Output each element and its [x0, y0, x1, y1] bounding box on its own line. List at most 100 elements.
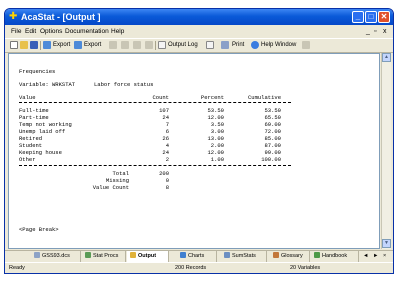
- export-alt-button[interactable]: Export: [84, 39, 101, 52]
- print-icon[interactable]: [221, 41, 229, 49]
- summary-value: 200: [159, 170, 169, 177]
- export-alt-icon[interactable]: [74, 41, 82, 49]
- row-cumulative: 99.00: [264, 149, 281, 156]
- output-log-button[interactable]: Output Log: [168, 39, 198, 52]
- summary-value: 0: [165, 177, 169, 184]
- row-cumulative: 72.00: [264, 128, 281, 135]
- tab-scroll-left-icon[interactable]: ◄: [363, 251, 368, 262]
- rows-rule: [19, 165, 291, 166]
- charts-icon: [180, 252, 186, 258]
- row-percent: 3.50: [210, 121, 224, 128]
- variable-label: Variable: WRKSTAT: [19, 81, 76, 88]
- tab-data-file[interactable]: GSS93.dcs: [31, 251, 81, 262]
- row-percent: 12.00: [207, 114, 224, 121]
- row-count: 24: [162, 149, 169, 156]
- row-cumulative: 87.00: [264, 142, 281, 149]
- row-percent: 3.00: [210, 128, 224, 135]
- summary-label: Total: [112, 170, 129, 177]
- output-icon: [130, 252, 136, 258]
- export-icon[interactable]: [43, 41, 51, 49]
- row-cumulative: 65.50: [264, 114, 281, 121]
- tab-output[interactable]: Output: [127, 251, 169, 262]
- row-cumulative: 53.50: [264, 107, 281, 114]
- bottom-tab-bar: GSS93.dcs Stat Procs Output Charts SumSt…: [5, 250, 393, 262]
- tab-sumstats[interactable]: SumStats: [221, 251, 267, 262]
- menu-bar: File Edit Options Documentation Help _ ▫…: [5, 26, 393, 38]
- menu-edit[interactable]: Edit: [25, 26, 36, 38]
- row-value: Unemp laid off: [19, 128, 66, 135]
- close-button[interactable]: ✕: [378, 11, 390, 23]
- help-icon[interactable]: [251, 41, 259, 49]
- output-document[interactable]: Frequencies Variable: WRKSTAT Labor forc…: [8, 53, 380, 249]
- help-window-button[interactable]: Help Window: [261, 39, 296, 52]
- row-value: Full-time: [19, 107, 49, 114]
- vertical-scrollbar[interactable]: ▲ ▼: [381, 53, 391, 249]
- summary-value: 8: [165, 184, 169, 191]
- row-count: 6: [165, 128, 169, 135]
- maximize-button[interactable]: □: [365, 11, 377, 23]
- file-icon: [34, 252, 40, 258]
- app-window: ✚ AcaStat - [Output ] _ □ ✕ File Edit Op…: [4, 8, 394, 274]
- scroll-up-icon[interactable]: ▲: [382, 53, 391, 62]
- tab-glossary[interactable]: Glossary: [270, 251, 310, 262]
- paste-icon[interactable]: [133, 41, 141, 49]
- scroll-down-icon[interactable]: ▼: [382, 239, 391, 248]
- export-button[interactable]: Export: [53, 39, 70, 52]
- mdi-minimize-icon[interactable]: _: [366, 26, 370, 38]
- record-count: 200 Records: [175, 265, 207, 271]
- menu-file[interactable]: File: [11, 26, 21, 38]
- document-icon[interactable]: [206, 41, 214, 49]
- page-break-marker: <Page Break>: [19, 226, 59, 233]
- menu-options[interactable]: Options: [40, 26, 62, 38]
- new-icon[interactable]: [10, 41, 18, 49]
- toolbar: Export Export Output Log Print Help Wind…: [5, 38, 393, 53]
- mdi-close-icon[interactable]: x: [383, 26, 387, 38]
- row-cumulative: 100.00: [261, 156, 281, 163]
- print-button[interactable]: Print: [232, 39, 244, 52]
- mdi-restore-icon[interactable]: ▫: [374, 26, 376, 38]
- minimize-button[interactable]: _: [352, 11, 364, 23]
- row-value: Retired: [19, 135, 43, 142]
- menu-documentation[interactable]: Documentation: [65, 26, 109, 38]
- row-count: 2: [165, 156, 169, 163]
- cut-icon[interactable]: [109, 41, 117, 49]
- row-percent: 1.00: [210, 156, 224, 163]
- title-bar: ✚ AcaStat - [Output ] _ □ ✕: [5, 9, 393, 25]
- row-cumulative: 69.00: [264, 121, 281, 128]
- tab-handbook[interactable]: Handbook: [311, 251, 359, 262]
- row-percent: 13.00: [207, 135, 224, 142]
- app-icon: ✚: [9, 11, 18, 22]
- glossary-icon: [273, 252, 279, 258]
- column-header-value: Value: [19, 94, 36, 101]
- row-value: Other: [19, 156, 36, 163]
- output-heading: Frequencies: [19, 68, 56, 75]
- row-value: Part-time: [19, 114, 49, 121]
- undo-icon[interactable]: [145, 41, 153, 49]
- menu-help[interactable]: Help: [111, 26, 124, 38]
- row-cumulative: 85.00: [264, 135, 281, 142]
- copy-icon[interactable]: [121, 41, 129, 49]
- tab-scroll-right-icon[interactable]: ►: [373, 251, 378, 262]
- summary-label: Value Count: [92, 184, 129, 191]
- row-value: Temp not working: [19, 121, 72, 128]
- stat-procs-icon: [85, 252, 91, 258]
- row-value: Keeping house: [19, 149, 62, 156]
- row-count: 7: [165, 121, 169, 128]
- row-percent: 2.00: [210, 142, 224, 149]
- window-title: AcaStat - [Output ]: [21, 12, 101, 22]
- tab-close-icon[interactable]: ×: [383, 251, 386, 262]
- extra-tool-icon[interactable]: [302, 41, 310, 49]
- variable-description: Labor force status: [94, 81, 154, 88]
- row-value: Student: [19, 142, 43, 149]
- output-log-icon[interactable]: [158, 41, 166, 49]
- row-percent: 12.00: [207, 149, 224, 156]
- tab-charts[interactable]: Charts: [177, 251, 217, 262]
- tab-stat-procs[interactable]: Stat Procs: [82, 251, 126, 262]
- row-count: 4: [165, 142, 169, 149]
- save-icon[interactable]: [30, 41, 38, 49]
- header-rule: [19, 102, 291, 103]
- open-folder-icon[interactable]: [20, 41, 28, 49]
- row-percent: 53.50: [207, 107, 224, 114]
- row-count: 107: [159, 107, 169, 114]
- sumstats-icon: [224, 252, 230, 258]
